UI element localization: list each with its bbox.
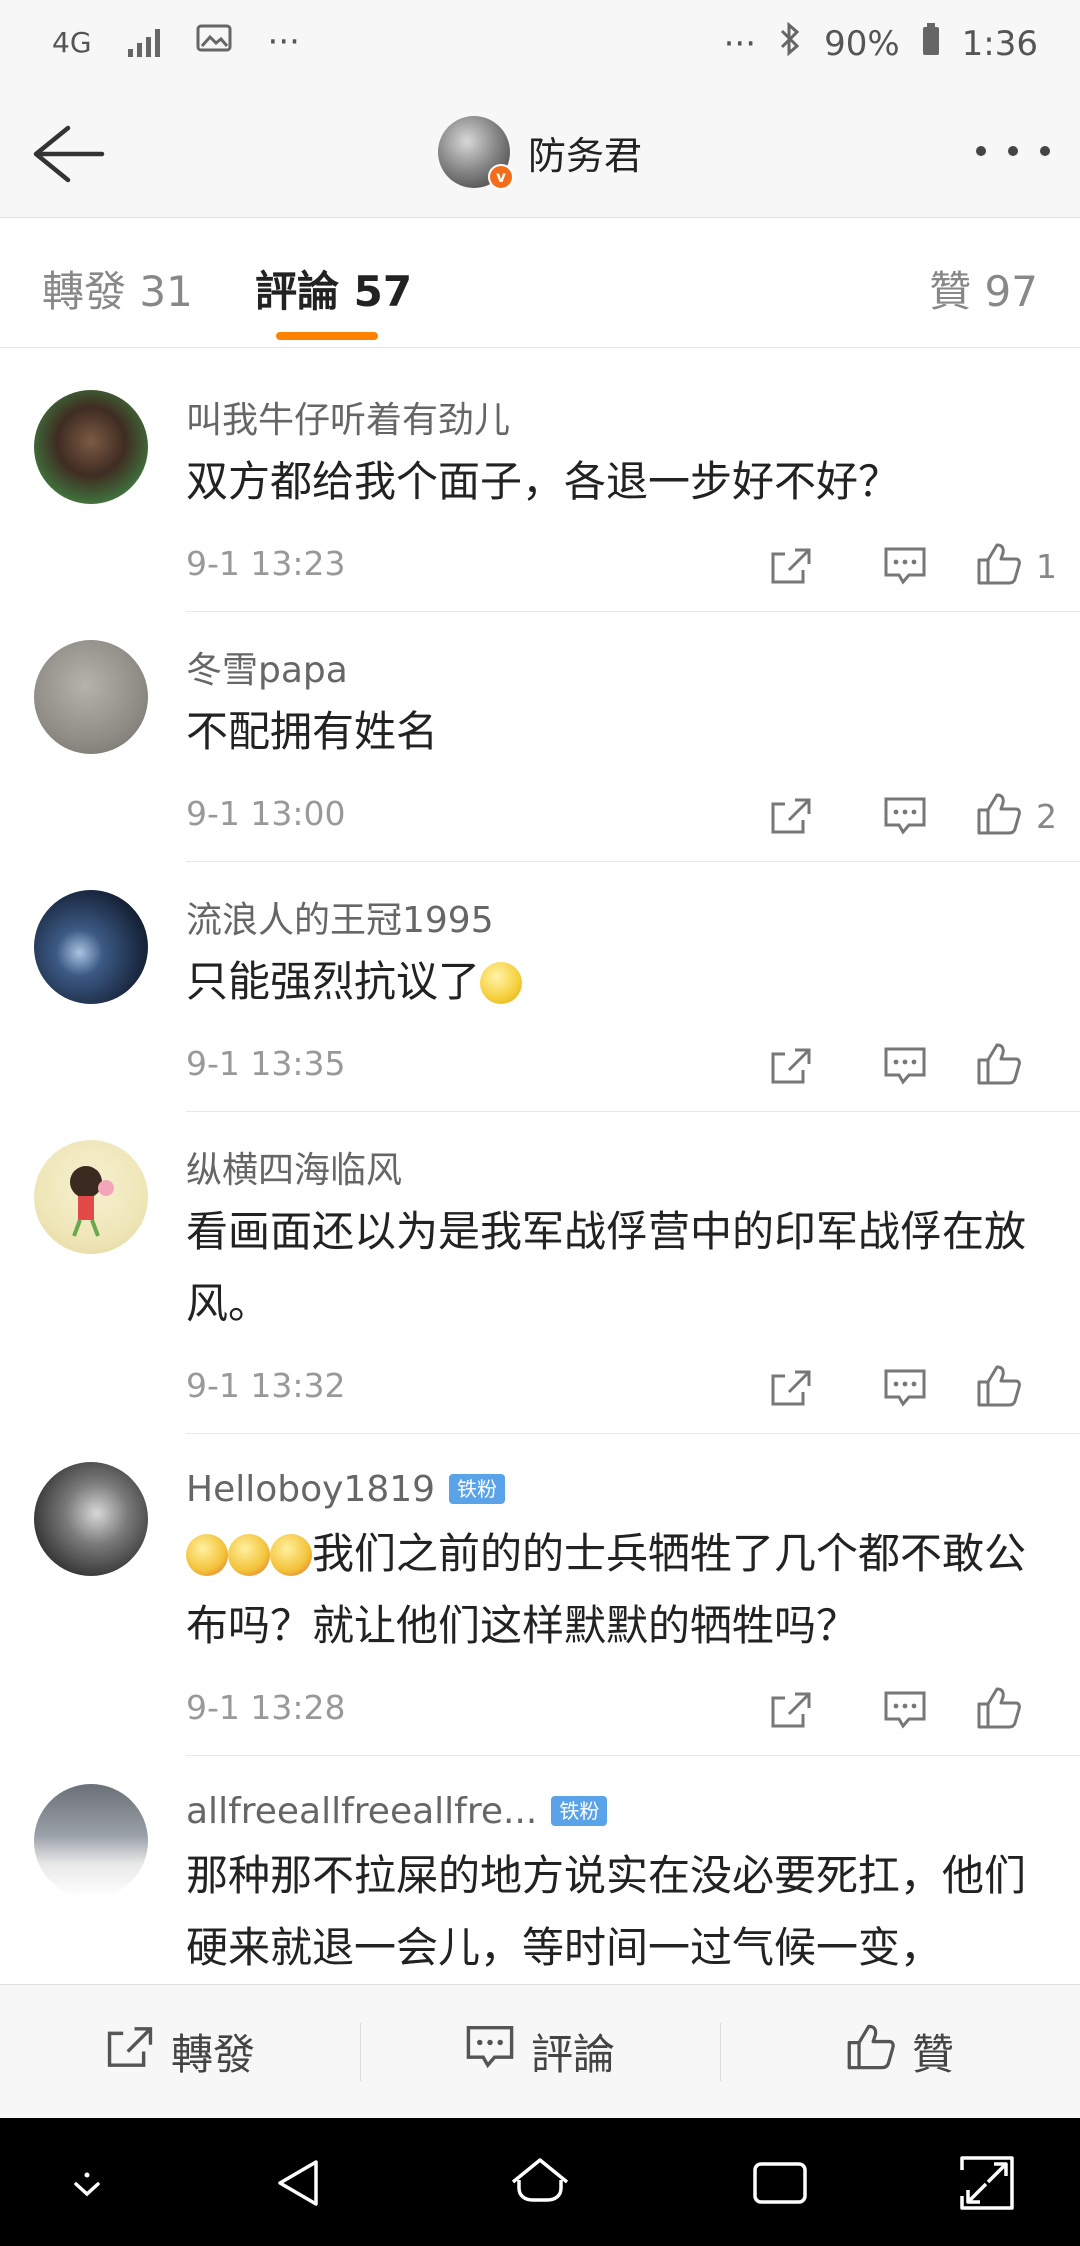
tab-comments[interactable]: 評論 57: [255, 258, 412, 319]
back-triangle-icon[interactable]: [264, 2148, 334, 2218]
repost-icon[interactable]: [734, 538, 848, 594]
tab-repost[interactable]: 轉發 31: [42, 258, 193, 319]
comment-username[interactable]: 叫我牛仔听着有劲儿: [186, 392, 1080, 442]
thinking-emoji-icon: [270, 1534, 312, 1576]
active-tab-indicator: [276, 332, 378, 340]
smile-emoji-icon: [480, 962, 523, 1004]
comment-text: 只能强烈抗议了: [186, 946, 1080, 1018]
fan-badge: 铁粉: [449, 1474, 506, 1504]
tab-bar: 轉發 31 評論 57 贊 97: [0, 218, 1080, 348]
reply-icon[interactable]: [848, 1360, 962, 1416]
comment-username[interactable]: allfreeallfreeallfre... 铁粉: [186, 1786, 1080, 1836]
avatar[interactable]: [34, 1140, 148, 1254]
rotate-screen-icon[interactable]: [952, 2148, 1022, 2218]
comment-text: 不配拥有姓名: [186, 707, 439, 756]
reply-icon[interactable]: [848, 1038, 962, 1094]
comment-username[interactable]: 流浪人的王冠1995: [186, 892, 1080, 942]
avatar[interactable]: [34, 1462, 148, 1576]
comment-time: 9-1 13:32: [186, 1366, 346, 1405]
like-button[interactable]: [962, 1038, 1080, 1094]
like-count: 2: [1036, 796, 1057, 836]
comment-list: 叫我牛仔听着有劲儿 双方都给我个面子，各退一步好不好？ 9-1 13:23 1: [0, 362, 1080, 1984]
thumbs-up-icon: [976, 1686, 1022, 1734]
repost-icon[interactable]: [734, 1360, 848, 1416]
comment-item: 流浪人的王冠1995 只能强烈抗议了 9-1 13:35: [34, 862, 1080, 1112]
avatar[interactable]: [34, 890, 148, 1004]
repost-icon[interactable]: [734, 1682, 848, 1738]
like-label: 贊: [911, 2030, 954, 2079]
bluetooth-icon: [778, 21, 802, 65]
back-arrow-icon[interactable]: [28, 118, 108, 188]
more-options-icon[interactable]: [976, 136, 1050, 166]
comment-time: 9-1 13:28: [186, 1688, 346, 1727]
comment-text: 双方都给我个面子，各退一步好不好？: [186, 457, 901, 506]
status-more-dots: ···: [267, 22, 300, 62]
like-button[interactable]: [962, 1682, 1080, 1738]
like-button[interactable]: 1: [962, 538, 1080, 594]
comment-text: 看画面还以为是我军战俘营中的印军战俘在放风。: [186, 1207, 1027, 1328]
avatar[interactable]: [34, 640, 148, 754]
avatar[interactable]: [34, 390, 148, 504]
repost-label: 轉發: [170, 2030, 255, 2079]
navigation-bar: v 防务君: [0, 88, 1080, 218]
avatar[interactable]: v: [438, 116, 514, 190]
thumbs-up-icon: [976, 542, 1022, 590]
comment-icon: [465, 2024, 515, 2080]
comment-label: 評論: [530, 2030, 615, 2079]
bottom-action-bar: 轉發 評論 贊: [0, 1984, 1080, 2118]
comment-item: 叫我牛仔听着有劲儿 双方都给我个面子，各退一步好不好？ 9-1 13:23 1: [34, 362, 1080, 612]
thumbs-up-icon: [976, 792, 1022, 840]
page-title: 防务君: [528, 133, 643, 178]
comment-item: Helloboy1819 铁粉 我们之前的的士兵牺牲了几个都不敢公布吗？就让他们这…: [34, 1434, 1080, 1756]
comment-text: 我们之前的的士兵牺牲了几个都不敢公布吗？就让他们这样默默的牺牲吗？: [186, 1529, 1027, 1650]
image-icon: [196, 22, 232, 62]
status-right-dots: ···: [723, 23, 757, 64]
thumbs-up-icon: [976, 1042, 1022, 1090]
verified-badge: v: [488, 164, 514, 190]
comment-button[interactable]: 評論: [360, 1985, 720, 2118]
battery-percent: 90%: [824, 23, 900, 64]
comment-username[interactable]: 冬雪papa: [186, 642, 1080, 692]
like-button[interactable]: 2: [962, 788, 1080, 844]
thinking-emoji-icon: [228, 1534, 270, 1576]
comment-text: 那种那不拉屎的地方说实在没必要死扛，他们硬来就退一会儿，等时间一过气候一变，: [186, 1851, 1027, 1972]
avatar[interactable]: [34, 1784, 148, 1898]
thinking-emoji-icon: [186, 1534, 228, 1576]
reply-icon[interactable]: [848, 538, 962, 594]
status-bar: 4G ··· ··· 90% 1:36: [0, 0, 1080, 88]
reply-icon[interactable]: [848, 1682, 962, 1738]
comment-time: 9-1 13:00: [186, 794, 346, 833]
repost-icon[interactable]: [734, 788, 848, 844]
tab-likes[interactable]: 贊 97: [929, 258, 1038, 319]
signal-icon: [127, 27, 160, 57]
repost-button[interactable]: 轉發: [0, 1985, 360, 2118]
reply-icon[interactable]: [848, 788, 962, 844]
like-count: 1: [1036, 546, 1057, 586]
comment-item: 纵横四海临风 看画面还以为是我军战俘营中的印军战俘在放风。 9-1 13:32: [34, 1112, 1080, 1434]
comment-item: allfreeallfreeallfre... 铁粉 那种那不拉屎的地方说实在没必…: [34, 1756, 1080, 1984]
comment-time: 9-1 13:23: [186, 544, 346, 583]
account-header[interactable]: v 防务君: [438, 116, 643, 190]
like-button[interactable]: [962, 1360, 1080, 1416]
hide-keyboard-icon[interactable]: [52, 2148, 122, 2218]
repost-icon[interactable]: [734, 1038, 848, 1094]
repost-icon: [105, 2024, 155, 2080]
comment-username[interactable]: 纵横四海临风: [186, 1142, 1080, 1192]
network-indicator: 4G: [52, 25, 92, 59]
clock: 1:36: [961, 23, 1038, 64]
like-button[interactable]: 贊: [720, 1985, 1080, 2118]
comment-username[interactable]: Helloboy1819 铁粉: [186, 1464, 1080, 1514]
thumbs-up-icon: [976, 1364, 1022, 1412]
recent-apps-icon[interactable]: [745, 2148, 815, 2218]
system-navigation-bar: [0, 2118, 1080, 2246]
comment-time: 9-1 13:35: [186, 1044, 346, 1083]
comment-item: 冬雪papa 不配拥有姓名 9-1 13:00 2: [34, 612, 1080, 862]
fan-badge: 铁粉: [551, 1796, 608, 1826]
battery-icon: [922, 22, 940, 65]
home-icon[interactable]: [505, 2148, 575, 2218]
thumbs-up-icon: [846, 2023, 896, 2081]
